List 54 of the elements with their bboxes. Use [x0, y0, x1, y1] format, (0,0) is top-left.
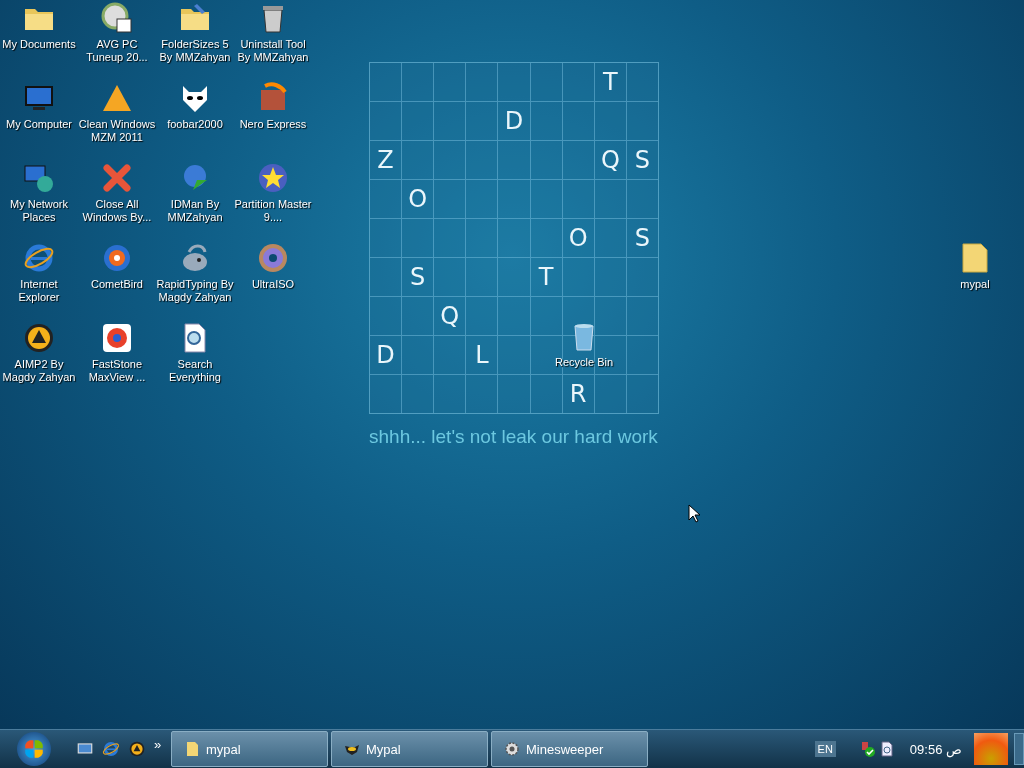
- grid-letter: D: [504, 107, 524, 135]
- grid-letter: L: [475, 341, 489, 369]
- disc-icon[interactable]: [257, 242, 289, 274]
- grid-letter: D: [376, 341, 395, 369]
- icon-label: FastStone MaxView ...: [87, 358, 147, 384]
- icon-label: RapidTyping By Magdy Zahyan: [156, 278, 234, 304]
- icon-label: CometBird: [91, 278, 143, 291]
- wallpaper-caption: shhh... let's not leak our hard work: [369, 426, 659, 448]
- gear-icon: [504, 741, 520, 757]
- icon-label: Internet Explorer: [17, 278, 61, 304]
- icon-label: FolderSizes 5 By MMZahyan: [158, 38, 232, 64]
- network-icon[interactable]: [23, 162, 55, 194]
- grid-letter: Q: [600, 146, 620, 174]
- icon-label: IDMan By MMZahyan: [166, 198, 224, 224]
- letter-e-icon[interactable]: [23, 242, 55, 274]
- language-indicator[interactable]: EN: [814, 741, 836, 757]
- file-icon[interactable]: [959, 242, 991, 274]
- icon-label: Partition Master 9....: [234, 198, 312, 224]
- icon-label: AIMP2 By Magdy Zahyan: [1, 358, 77, 384]
- icon-label: Recycle Bin: [554, 356, 614, 369]
- mouse-pointer-icon: [688, 504, 700, 523]
- triangle-circle-icon[interactable]: [23, 322, 55, 354]
- triangle-circle-icon[interactable]: [128, 740, 146, 758]
- icon-label: AVG PC Tuneup 20...: [85, 38, 149, 64]
- grid-letter: O: [568, 224, 588, 252]
- grid-letter: S: [634, 224, 651, 252]
- document-icon[interactable]: [878, 741, 895, 757]
- grid-letter: S: [634, 146, 651, 174]
- grid-letter: Q: [440, 302, 460, 330]
- clock[interactable]: 09:56 ص: [909, 741, 962, 757]
- shield-check-icon[interactable]: [859, 741, 876, 757]
- grid-letter: T: [538, 263, 554, 291]
- icon-label: foobar2000: [167, 118, 223, 131]
- desktop-preview-thumbnail[interactable]: [974, 733, 1008, 765]
- icon-label: My Computer: [6, 118, 72, 131]
- grid-letter: S: [410, 263, 426, 291]
- overflow-chevron[interactable]: »: [154, 736, 162, 752]
- icon-label: Search Everything: [168, 358, 222, 384]
- icon-label: UltraISO: [251, 278, 295, 291]
- icon-label: My Documents: [2, 38, 76, 51]
- icon-label: mypal: [960, 278, 990, 291]
- icon-label: Uninstall Tool By MMZahyan: [236, 38, 310, 64]
- letter-e-icon[interactable]: [102, 740, 120, 758]
- taskbar-button[interactable]: mypal: [171, 731, 328, 767]
- icon-label: Clean Windows MZM 2011: [78, 118, 156, 144]
- grid-letter: R: [569, 380, 587, 408]
- grid-letter: Z: [377, 146, 394, 174]
- icon-label: My Network Places: [8, 198, 70, 224]
- taskbar-button[interactable]: Mypal: [331, 731, 488, 767]
- taskbar-button[interactable]: Minesweeper: [491, 731, 648, 767]
- icon-label: Close All Windows By...: [81, 198, 153, 224]
- icon-label: Nero Express: [239, 118, 307, 131]
- grid-letter: O: [408, 185, 428, 213]
- grid-letter: T: [603, 68, 618, 96]
